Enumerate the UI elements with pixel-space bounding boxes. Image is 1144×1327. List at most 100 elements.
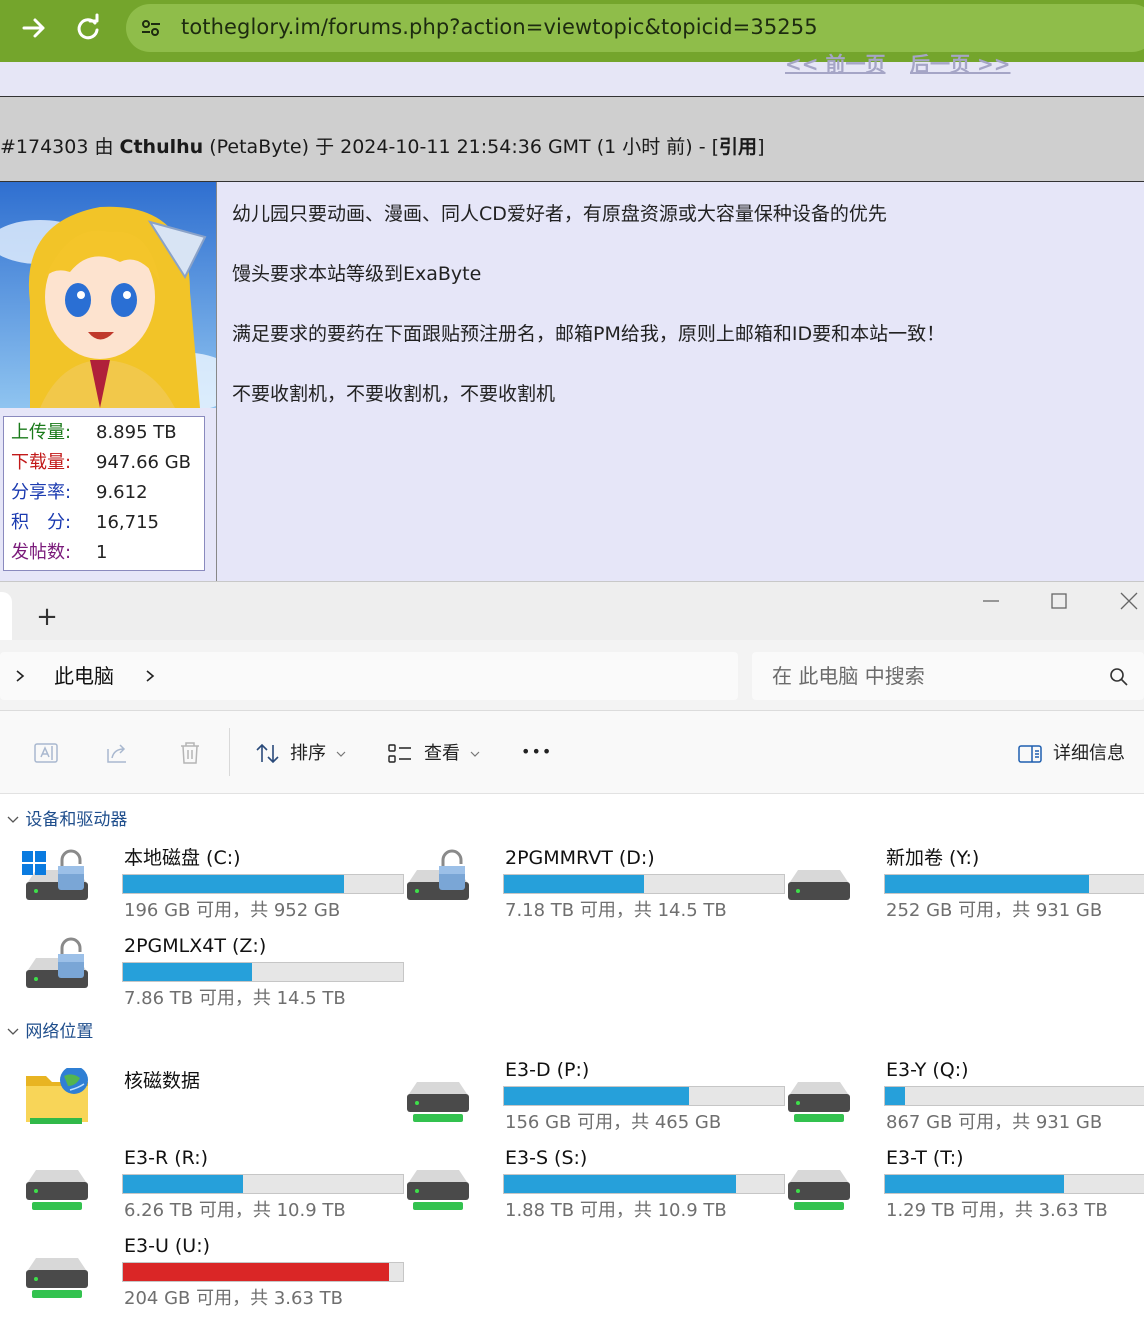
- group-title: 设备和驱动器: [25, 810, 128, 830]
- close-button[interactable]: [1118, 590, 1140, 612]
- reload-button[interactable]: [70, 12, 106, 44]
- chevron-down-icon[interactable]: [6, 808, 20, 832]
- site-info-icon[interactable]: [138, 16, 164, 40]
- quote-link[interactable]: 引用: [719, 136, 757, 158]
- stat-posts-value: 1: [96, 542, 108, 563]
- drive-usage-fill: [885, 875, 1089, 893]
- drive-free-space: 1.88 TB 可用，共 10.9 TB: [505, 1200, 727, 1221]
- maximize-icon: [1051, 593, 1067, 609]
- drive-locked-icon: [403, 848, 479, 918]
- drive-usage-fill: [123, 1175, 243, 1193]
- drive-usage-fill: [504, 875, 644, 893]
- stat-upload-label: 上传量:: [11, 422, 72, 443]
- stat-posts-label: 发帖数:: [11, 542, 72, 563]
- more-options-button[interactable]: •••: [521, 739, 552, 765]
- drive-usage-bar: [503, 1086, 785, 1106]
- drive-usage-bar: [503, 874, 785, 894]
- network-drive-icon: [22, 1148, 98, 1218]
- drive-item[interactable]: E3-T (T:) 1.29 TB 可用，共 3.63 TB: [784, 1146, 1144, 1234]
- minimize-icon: [983, 600, 999, 602]
- drive-free-space: 156 GB 可用，共 465 GB: [505, 1112, 722, 1133]
- view-button[interactable]: 查看: [424, 741, 460, 767]
- drive-item[interactable]: E3-D (P:) 156 GB 可用，共 465 GB: [403, 1058, 785, 1146]
- breadcrumb-this-pc[interactable]: 此电脑: [54, 661, 114, 691]
- drive-name: E3-D (P:): [505, 1059, 590, 1081]
- drive-usage-bar: [122, 874, 404, 894]
- chevron-right-icon[interactable]: [142, 662, 158, 698]
- user-stats-box: 上传量: 8.895 TB 下载量: 947.66 GB 分享率: 9.612 …: [3, 416, 205, 571]
- search-input[interactable]: 在 此电脑 中搜索: [772, 661, 925, 691]
- sort-icon[interactable]: [254, 740, 282, 768]
- group-title: 网络位置: [25, 1022, 94, 1042]
- network-drive-icon: [784, 1148, 860, 1218]
- rename-icon[interactable]: [32, 739, 60, 767]
- post-author[interactable]: Cthulhu: [120, 136, 204, 158]
- details-pane-icon[interactable]: [1016, 740, 1044, 768]
- url-text[interactable]: totheglory.im/forums.php?action=viewtopi…: [181, 12, 818, 42]
- group-network-header[interactable]: 网络位置: [6, 1020, 93, 1044]
- details-button[interactable]: 详细信息: [1053, 741, 1125, 767]
- drive-item[interactable]: 新加卷 (Y:) 252 GB 可用，共 931 GB: [784, 846, 1144, 934]
- drive-name: E3-U (U:): [124, 1235, 211, 1257]
- network-drive-icon: [784, 1060, 860, 1130]
- group-devices-header[interactable]: 设备和驱动器: [6, 808, 127, 832]
- explorer-tab-bar: [0, 581, 1144, 641]
- chevron-down-icon[interactable]: [6, 1020, 20, 1044]
- drive-item[interactable]: E3-Y (Q:) 867 GB 可用，共 931 GB: [784, 1058, 1144, 1146]
- minimize-button[interactable]: [980, 590, 1002, 612]
- drive-usage-bar: [122, 1174, 404, 1194]
- stat-download-value: 947.66 GB: [96, 452, 192, 473]
- drive-item[interactable]: 本地磁盘 (C:) 196 GB 可用，共 952 GB: [22, 846, 404, 934]
- chevron-right-icon[interactable]: [12, 662, 28, 698]
- post-text-line: 满足要求的要药在下面跟贴预注册名，邮箱PM给我，原则上邮箱和ID要和本站一致！: [232, 323, 946, 345]
- forward-button[interactable]: [16, 12, 52, 44]
- drive-usage-fill: [885, 1175, 1064, 1193]
- drive-name: 2PGMMRVT (D:): [505, 847, 655, 869]
- folder-name: 核磁数据: [124, 1070, 201, 1092]
- drive-usage-fill: [123, 1263, 389, 1281]
- avatar: [0, 182, 216, 408]
- network-folder-icon: [22, 1066, 98, 1138]
- network-drive-icon: [22, 1236, 98, 1306]
- network-drive-icon: [403, 1060, 479, 1130]
- drive-name: 本地磁盘 (C:): [124, 847, 241, 869]
- post-id: #174303 由: [0, 136, 120, 158]
- drive-item[interactable]: E3-R (R:) 6.26 TB 可用，共 10.9 TB: [22, 1146, 404, 1234]
- next-page-link[interactable]: 后一页 >>: [910, 48, 1010, 77]
- drive-item[interactable]: E3-U (U:) 204 GB 可用，共 3.63 TB: [22, 1234, 404, 1322]
- drive-locked-icon: [22, 936, 98, 1006]
- drive-usage-fill: [885, 1087, 905, 1105]
- delete-icon[interactable]: [176, 739, 204, 767]
- post-text-line: 幼儿园只要动画、漫画、同人CD爱好者，有原盘资源或大容量保种设备的优先: [232, 203, 887, 225]
- search-icon[interactable]: [1108, 666, 1130, 688]
- chevron-down-icon[interactable]: [334, 741, 348, 765]
- drive-free-space: 7.86 TB 可用，共 14.5 TB: [124, 988, 346, 1009]
- post-text-line: 馒头要求本站等级到ExaByte: [232, 263, 482, 285]
- previous-page-link[interactable]: << 前一页: [785, 48, 885, 77]
- maximize-button[interactable]: [1048, 590, 1070, 612]
- drive-usage-fill: [123, 875, 344, 893]
- drive-name: E3-S (S:): [505, 1147, 588, 1169]
- drive-free-space: 196 GB 可用，共 952 GB: [124, 900, 341, 921]
- drive-usage-bar: [884, 1086, 1144, 1106]
- stat-points-label: 积 分:: [11, 512, 72, 533]
- drive-usage-bar: [122, 962, 404, 982]
- sort-button[interactable]: 排序: [290, 741, 326, 767]
- drive-free-space: 204 GB 可用，共 3.63 TB: [124, 1288, 343, 1309]
- network-folder-item[interactable]: 核磁数据: [22, 1066, 402, 1156]
- stat-ratio-label: 分享率:: [11, 482, 72, 503]
- stat-download-label: 下载量:: [11, 452, 72, 473]
- drive-usage-bar: [884, 874, 1144, 894]
- chevron-down-icon[interactable]: [468, 741, 482, 765]
- share-icon[interactable]: [104, 739, 132, 767]
- drive-item[interactable]: E3-S (S:) 1.88 TB 可用，共 10.9 TB: [403, 1146, 785, 1234]
- new-tab-button[interactable]: +: [32, 602, 62, 632]
- drive-item[interactable]: 2PGMLX4T (Z:) 7.86 TB 可用，共 14.5 TB: [22, 934, 404, 1022]
- drive-item[interactable]: 2PGMMRVT (D:) 7.18 TB 可用，共 14.5 TB: [403, 846, 785, 934]
- drive-name: E3-T (T:): [886, 1147, 964, 1169]
- drive-usage-fill: [504, 1087, 689, 1105]
- post-header-text: #174303 由 Cthulhu (PetaByte) 于 2024-10-1…: [0, 133, 764, 161]
- drive-free-space: 7.18 TB 可用，共 14.5 TB: [505, 900, 727, 921]
- view-icon[interactable]: [386, 740, 414, 768]
- toolbar-divider: [229, 728, 230, 776]
